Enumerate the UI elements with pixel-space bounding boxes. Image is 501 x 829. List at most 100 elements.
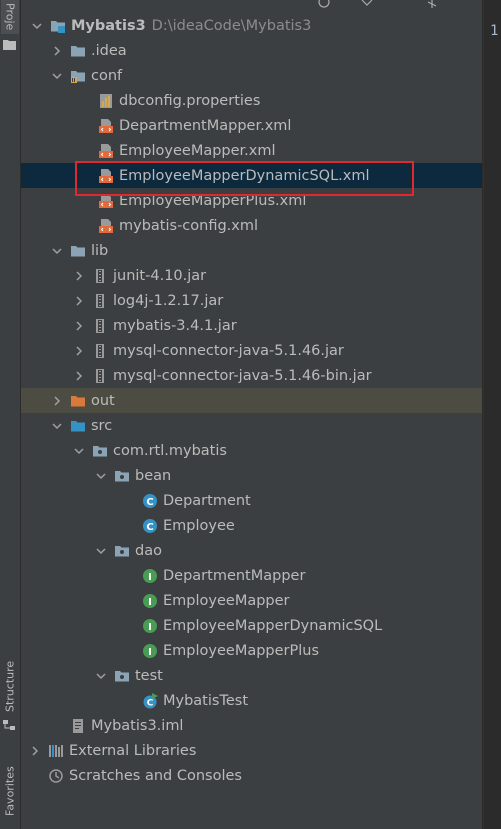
chevron-right-icon[interactable] xyxy=(73,338,85,363)
interface-icon xyxy=(141,593,158,609)
tree-item-label: log4j-1.2.17.jar xyxy=(113,292,224,309)
tree-item-root[interactable]: Mybatis3 D:\ideaCode\Mybatis3 xyxy=(21,13,482,38)
tree-item-interface[interactable]: DepartmentMapper xyxy=(21,563,482,588)
tree-item-interface[interactable]: EmployeeMapperDynamicSQL xyxy=(21,613,482,638)
line-number: 1 xyxy=(490,23,499,39)
tree-item-label: mybatis-3.4.1.jar xyxy=(113,317,237,334)
project-tool-tab-label: Proje xyxy=(3,3,17,31)
chevron-right-icon[interactable] xyxy=(51,38,63,63)
xml-file-icon xyxy=(97,218,114,234)
tree-item-external-libraries[interactable]: External Libraries xyxy=(21,738,482,763)
tree-item-class[interactable]: MybatisTest xyxy=(21,688,482,713)
locate-icon[interactable] xyxy=(318,0,330,8)
tree-item-label: junit-4.10.jar xyxy=(113,267,207,284)
tree-item-label: Scratches and Consoles xyxy=(69,767,242,784)
jar-icon xyxy=(91,268,108,284)
tree-item-label: conf xyxy=(91,67,123,84)
project-tool-tab[interactable]: Proje xyxy=(1,0,19,34)
resources-folder-icon xyxy=(69,68,86,84)
tree-item-iml[interactable]: Mybatis3.iml xyxy=(21,713,482,738)
tree-item-label: EmployeeMapperDynamicSQL.xml xyxy=(119,167,370,184)
tree-item-label: EmployeeMapperDynamicSQL xyxy=(163,617,383,634)
tree-item-jar[interactable]: mysql-connector-java-5.1.46.jar xyxy=(21,338,482,363)
tree-item-jar[interactable]: mybatis-3.4.1.jar xyxy=(21,313,482,338)
tree-item-label: test xyxy=(135,667,163,684)
chevron-down-icon[interactable] xyxy=(95,663,107,688)
project-panel: Mybatis3 D:\ideaCode\Mybatis3 .idea conf… xyxy=(21,0,482,829)
tree-item-src[interactable]: src xyxy=(21,413,482,438)
tree-item-label: bean xyxy=(135,467,172,484)
jar-icon xyxy=(91,368,108,384)
root-path: D:\ideaCode\Mybatis3 xyxy=(151,17,312,34)
tree-item-interface[interactable]: EmployeeMapperPlus xyxy=(21,638,482,663)
tree-item-label: .idea xyxy=(91,42,127,59)
tree-item-file[interactable]: DepartmentMapper.xml xyxy=(21,113,482,138)
gear-icon[interactable] xyxy=(426,0,438,8)
tree-item-file[interactable]: EmployeeMapper.xml xyxy=(21,138,482,163)
class-icon xyxy=(141,493,158,509)
tree-item-label: lib xyxy=(91,242,109,259)
structure-tool-tab[interactable]: Structure xyxy=(1,655,19,717)
tree-item-label: mysql-connector-java-5.1.46-bin.jar xyxy=(113,367,372,384)
iml-file-icon xyxy=(69,718,86,734)
xml-file-icon xyxy=(97,143,114,159)
chevron-down-icon[interactable] xyxy=(95,463,107,488)
chevron-right-icon[interactable] xyxy=(73,263,85,288)
tree-item-out[interactable]: out xyxy=(21,388,482,413)
chevron-right-icon[interactable] xyxy=(29,738,41,763)
tree-item-file[interactable]: mybatis-config.xml xyxy=(21,213,482,238)
tree-item-class[interactable]: Employee xyxy=(21,513,482,538)
tree-item-interface[interactable]: EmployeeMapper xyxy=(21,588,482,613)
tree-item-file[interactable]: EmployeeMapperPlus.xml xyxy=(21,188,482,213)
chevron-right-icon[interactable] xyxy=(73,288,85,313)
interface-icon xyxy=(141,568,158,584)
tree-item-label: com.rtl.mybatis xyxy=(113,442,227,459)
tree-item-dao[interactable]: dao xyxy=(21,538,482,563)
tree-item-jar[interactable]: log4j-1.2.17.jar xyxy=(21,288,482,313)
chevron-right-icon[interactable] xyxy=(73,313,85,338)
package-icon xyxy=(113,543,130,559)
tree-item-conf[interactable]: conf xyxy=(21,63,482,88)
properties-file-icon xyxy=(97,93,114,109)
package-icon xyxy=(113,468,130,484)
module-folder-icon xyxy=(49,18,66,34)
jar-icon xyxy=(91,343,108,359)
tree-item-label: External Libraries xyxy=(69,742,197,759)
chevron-down-icon[interactable] xyxy=(73,438,85,463)
tree-item-test[interactable]: test xyxy=(21,663,482,688)
tree-item-class[interactable]: Department xyxy=(21,488,482,513)
favorites-tool-tab[interactable]: Favorites xyxy=(1,760,19,822)
tree-item-scratches[interactable]: Scratches and Consoles xyxy=(21,763,482,788)
chevron-right-icon[interactable] xyxy=(51,388,63,413)
jar-icon xyxy=(91,318,108,334)
folder-icon xyxy=(69,43,86,59)
tree-item-label: Mybatis3.iml xyxy=(91,717,184,734)
chevron-right-icon[interactable] xyxy=(73,363,85,388)
tree-item-jar[interactable]: junit-4.10.jar xyxy=(21,263,482,288)
favorites-tool-tab-label: Favorites xyxy=(3,766,17,816)
tree-item-bean[interactable]: bean xyxy=(21,463,482,488)
libraries-icon xyxy=(47,743,64,759)
chevron-down-icon[interactable] xyxy=(51,63,63,88)
tree-item-label: EmployeeMapper.xml xyxy=(119,142,276,159)
xml-file-icon xyxy=(97,118,114,134)
chevron-down-icon[interactable] xyxy=(51,413,63,438)
chevron-down-icon[interactable] xyxy=(95,538,107,563)
chevron-down-icon[interactable] xyxy=(31,13,43,38)
tree-item-label: Department xyxy=(163,492,251,509)
tree-item-idea[interactable]: .idea xyxy=(21,38,482,63)
tree-item-file[interactable]: dbconfig.properties xyxy=(21,88,482,113)
collapse-all-icon[interactable] xyxy=(361,0,373,8)
tree-item-package[interactable]: com.rtl.mybatis xyxy=(21,438,482,463)
editor-gutter: 1 xyxy=(483,0,501,829)
folder-icon xyxy=(3,40,16,50)
tree-item-label: dbconfig.properties xyxy=(119,92,261,109)
chevron-down-icon[interactable] xyxy=(51,238,63,263)
interface-icon xyxy=(141,618,158,634)
tree-item-label: dao xyxy=(135,542,162,559)
root-name: Mybatis3 xyxy=(71,17,146,34)
tree-item-file-selected[interactable]: EmployeeMapperDynamicSQL.xml xyxy=(21,163,482,188)
tree-item-lib[interactable]: lib xyxy=(21,238,482,263)
tree-item-jar[interactable]: mysql-connector-java-5.1.46-bin.jar xyxy=(21,363,482,388)
tree-item-label: src xyxy=(91,417,113,434)
